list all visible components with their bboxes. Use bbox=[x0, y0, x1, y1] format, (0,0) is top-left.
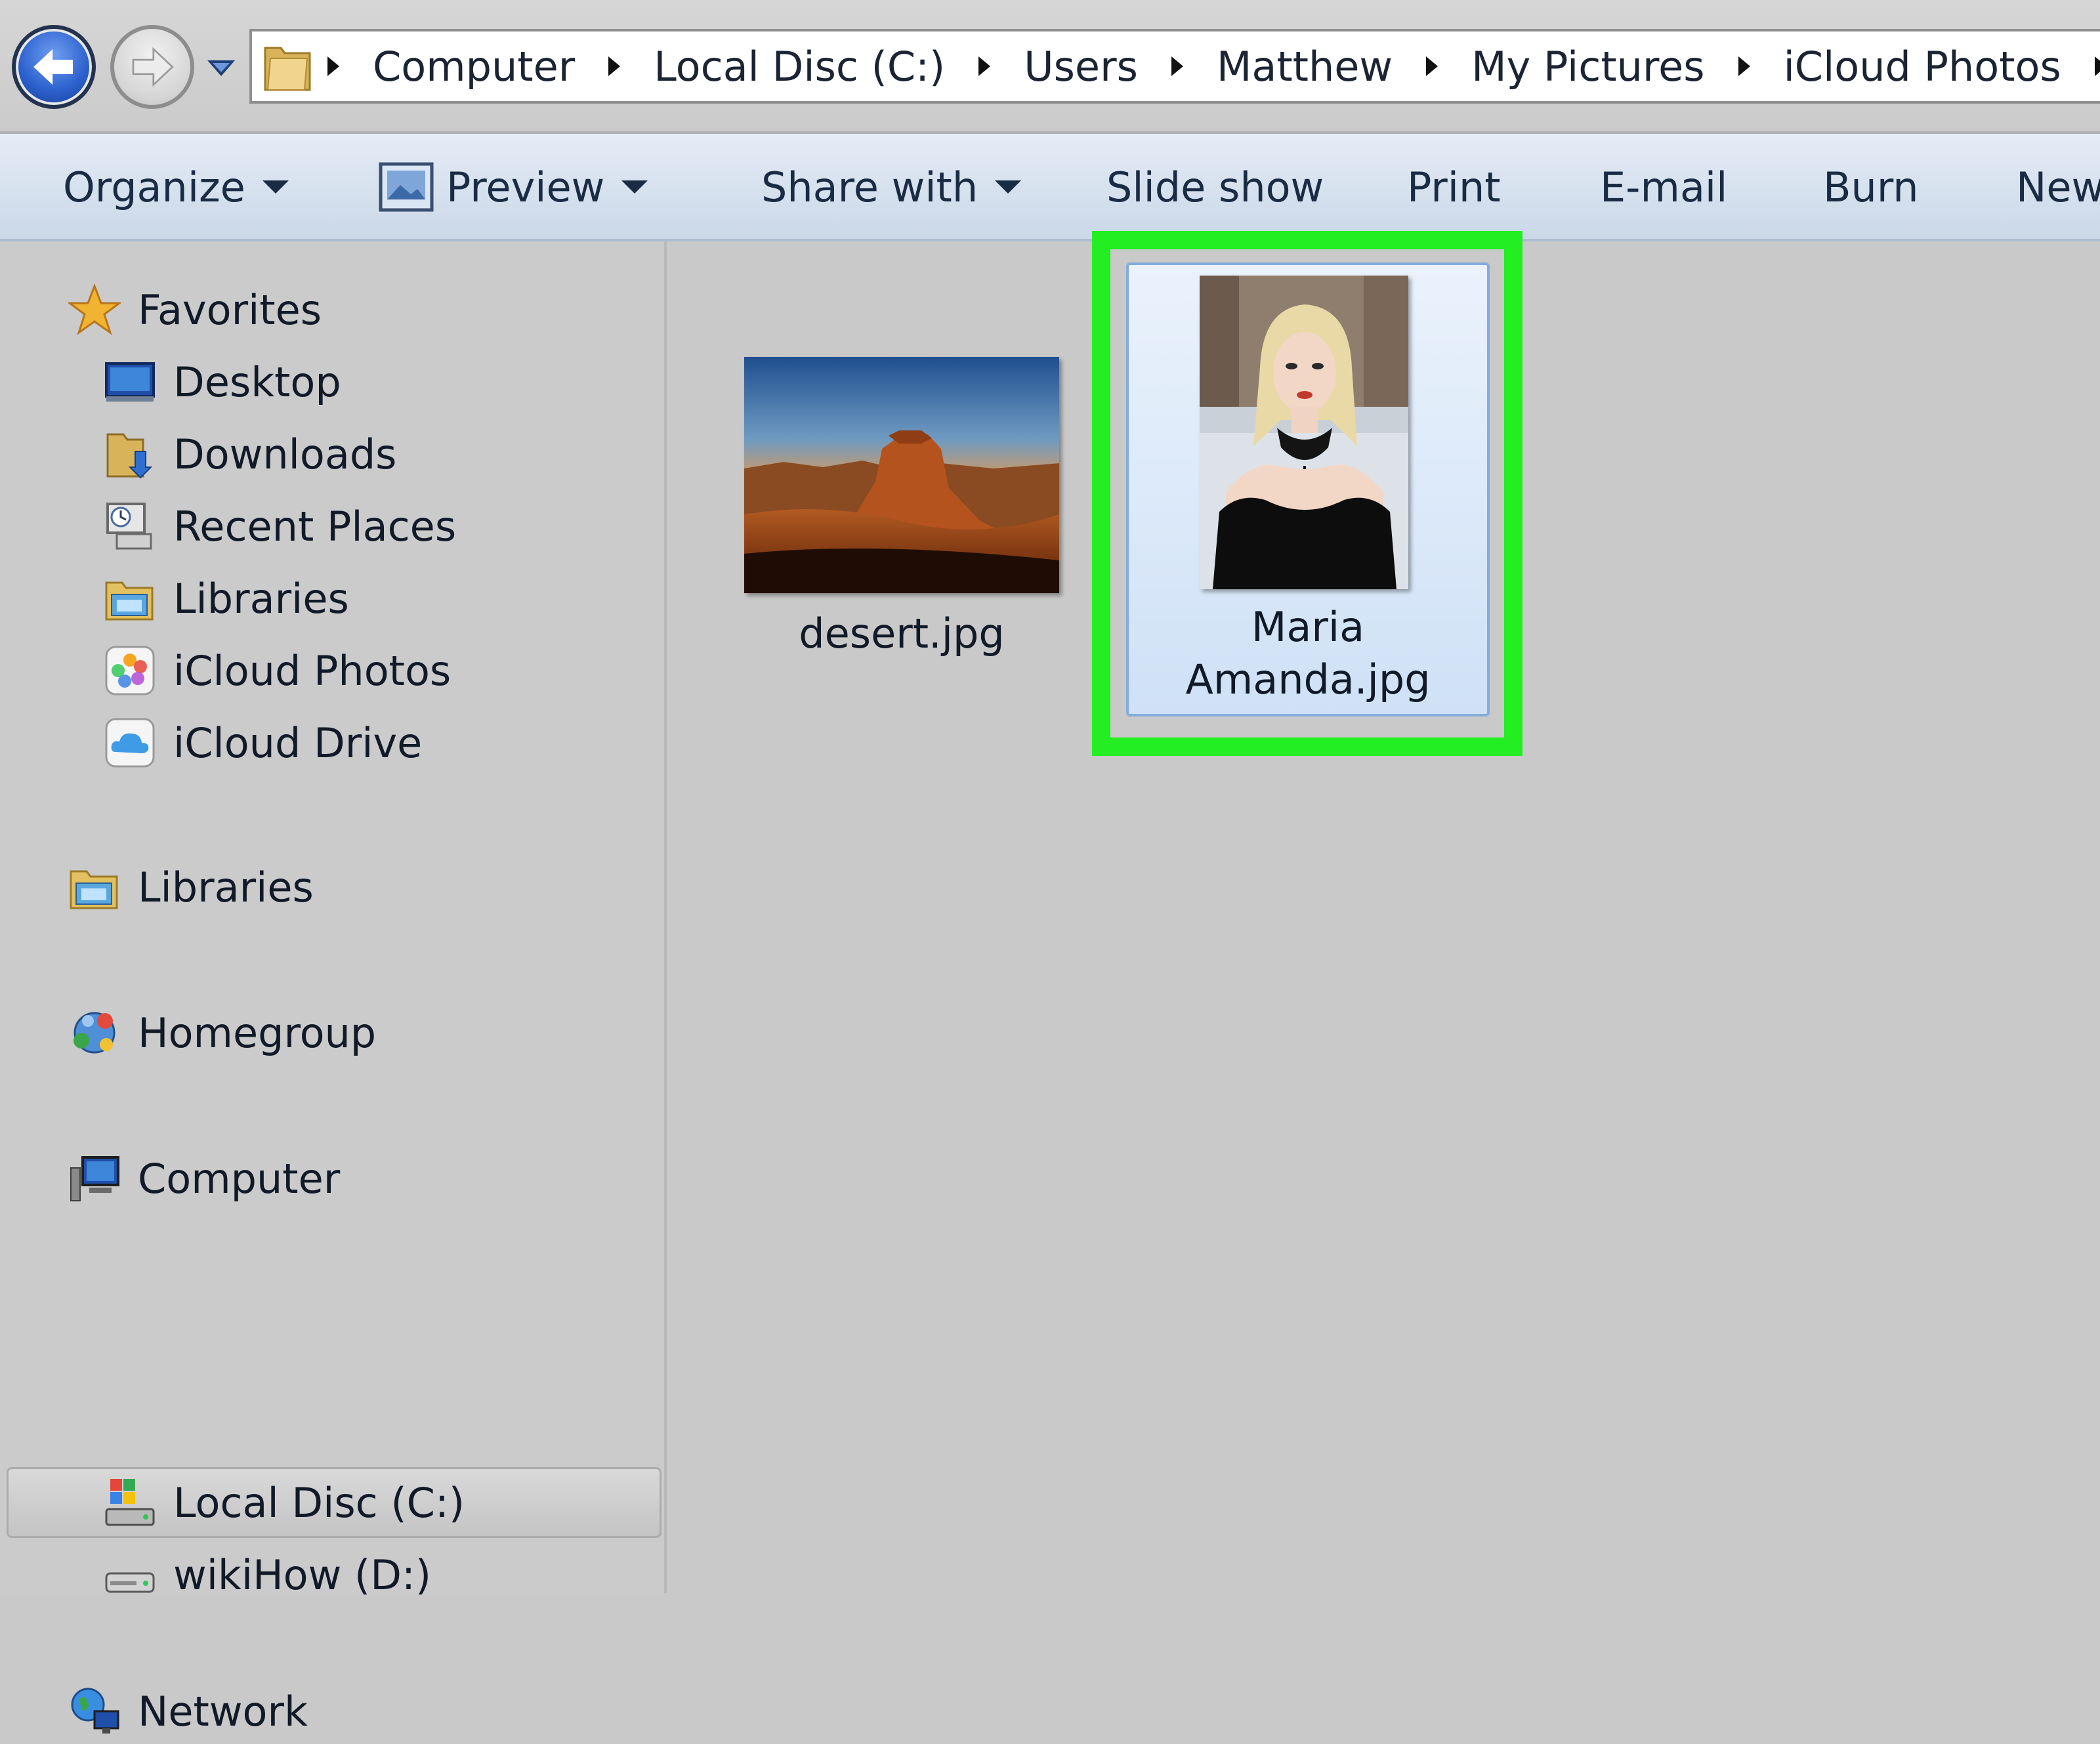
computer-icon bbox=[70, 1156, 119, 1201]
forward-arrow-icon bbox=[132, 47, 174, 87]
icloud-photos-icon bbox=[105, 646, 155, 696]
organize-button[interactable]: Organize bbox=[63, 157, 289, 217]
homegroup-icon bbox=[74, 1012, 116, 1054]
chevron-down-icon bbox=[995, 180, 1022, 194]
print-label: Print bbox=[1407, 163, 1501, 211]
slide-show-label: Slide show bbox=[1106, 163, 1324, 211]
nav-label: iCloud Drive bbox=[173, 718, 423, 767]
nav-label: Network bbox=[138, 1687, 308, 1735]
print-button[interactable]: Print bbox=[1407, 157, 1501, 217]
nav-label: Desktop bbox=[173, 358, 341, 406]
forward-button[interactable] bbox=[110, 25, 194, 109]
breadcrumb-separator-icon[interactable] bbox=[2081, 55, 2100, 77]
breadcrumb-separator-icon[interactable] bbox=[965, 55, 1004, 77]
back-arrow-icon bbox=[33, 49, 73, 85]
libraries-icon bbox=[70, 870, 118, 909]
breadcrumb-separator-icon[interactable] bbox=[314, 55, 353, 77]
nav-label: wikiHow (D:) bbox=[173, 1550, 432, 1599]
nav-item-local-disc[interactable]: Local Disc (C:) bbox=[104, 1470, 465, 1535]
breadcrumb-users[interactable]: Users bbox=[1004, 43, 1158, 91]
recent-places-icon bbox=[106, 503, 152, 550]
share-with-label: Share with bbox=[761, 163, 978, 211]
nav-item-recent-places[interactable]: Recent Places bbox=[104, 493, 456, 559]
email-button[interactable]: E-mail bbox=[1600, 157, 1727, 217]
downloads-folder-icon bbox=[106, 433, 153, 479]
address-box[interactable]: Computer Local Disc (C:) Users Matthew M… bbox=[249, 29, 2100, 104]
nav-label: Local Disc (C:) bbox=[173, 1478, 465, 1527]
nav-item-wikihow-drive[interactable]: wikiHow (D:) bbox=[104, 1542, 431, 1608]
nav-label: Homegroup bbox=[138, 1008, 377, 1057]
file-name: desert.jpg bbox=[799, 610, 1005, 657]
nav-item-icloud-drive[interactable]: iCloud Drive bbox=[104, 710, 422, 776]
breadcrumb-separator-icon[interactable] bbox=[1725, 55, 1764, 77]
organize-label: Organize bbox=[63, 163, 245, 211]
chevron-down-icon bbox=[621, 180, 648, 194]
nav-item-libraries-favorite[interactable]: Libraries bbox=[104, 566, 349, 631]
slide-show-button[interactable]: Slide show bbox=[1106, 157, 1324, 217]
libraries-icon bbox=[105, 581, 154, 621]
desert-thumbnail bbox=[744, 357, 1059, 593]
nav-item-network[interactable]: Network bbox=[68, 1678, 308, 1744]
recent-pages-dropdown-icon[interactable] bbox=[206, 58, 236, 77]
preview-label: Preview bbox=[446, 163, 605, 211]
icloud-drive-icon bbox=[105, 718, 155, 768]
breadcrumb-my-pictures[interactable]: My Pictures bbox=[1452, 43, 1724, 91]
nav-item-desktop[interactable]: Desktop bbox=[104, 349, 341, 415]
preview-button[interactable]: Preview bbox=[378, 157, 648, 217]
nav-label: Libraries bbox=[173, 574, 349, 623]
address-area: Computer Local Disc (C:) Users Matthew M… bbox=[0, 0, 2100, 134]
nav-label: Computer bbox=[138, 1154, 341, 1203]
navigation-pane[interactable]: Favorites Desktop Downloads Recent Place… bbox=[0, 241, 667, 1735]
star-icon bbox=[68, 283, 121, 335]
command-bar: Organize Preview Share with Slide show P… bbox=[0, 134, 2100, 241]
breadcrumb-local-disc[interactable]: Local Disc (C:) bbox=[634, 43, 965, 91]
nav-item-icloud-photos[interactable]: iCloud Photos bbox=[104, 638, 451, 703]
breadcrumb-icloud-photos[interactable]: iCloud Photos bbox=[1764, 43, 2081, 91]
breadcrumb-matthew[interactable]: Matthew bbox=[1197, 43, 1412, 91]
new-folder-button[interactable]: New bbox=[2016, 157, 2100, 217]
breadcrumb-separator-icon[interactable] bbox=[1412, 55, 1452, 77]
desktop-icon bbox=[105, 362, 155, 402]
breadcrumb-separator-icon[interactable] bbox=[1158, 55, 1197, 77]
burn-label: Burn bbox=[1823, 163, 1919, 211]
highlight-annotation-box bbox=[1092, 231, 1522, 756]
breadcrumb-computer[interactable]: Computer bbox=[353, 43, 595, 91]
drive-icon bbox=[105, 1572, 155, 1593]
nav-label: iCloud Photos bbox=[173, 646, 452, 695]
nav-label: Recent Places bbox=[173, 502, 457, 550]
nav-item-homegroup[interactable]: Homegroup bbox=[68, 1000, 376, 1066]
nav-label: Downloads bbox=[173, 430, 397, 478]
local-disc-drive-icon bbox=[105, 1479, 155, 1526]
nav-label: Libraries bbox=[138, 863, 314, 911]
new-folder-label: New bbox=[2016, 163, 2100, 211]
back-button[interactable] bbox=[12, 25, 96, 109]
nav-item-downloads[interactable]: Downloads bbox=[104, 421, 397, 487]
chevron-down-icon bbox=[262, 180, 289, 194]
preview-icon bbox=[379, 162, 434, 212]
nav-item-libraries[interactable]: Libraries bbox=[68, 854, 314, 920]
nav-label: Favorites bbox=[138, 285, 322, 334]
network-icon bbox=[71, 1688, 119, 1734]
email-label: E-mail bbox=[1600, 163, 1728, 211]
nav-item-computer[interactable]: Computer bbox=[68, 1146, 340, 1211]
share-with-button[interactable]: Share with bbox=[761, 157, 1022, 217]
breadcrumb-separator-icon[interactable] bbox=[595, 55, 634, 77]
folder-icon bbox=[264, 47, 311, 91]
nav-item-favorites[interactable]: Favorites bbox=[68, 277, 322, 343]
burn-button[interactable]: Burn bbox=[1823, 157, 1919, 217]
